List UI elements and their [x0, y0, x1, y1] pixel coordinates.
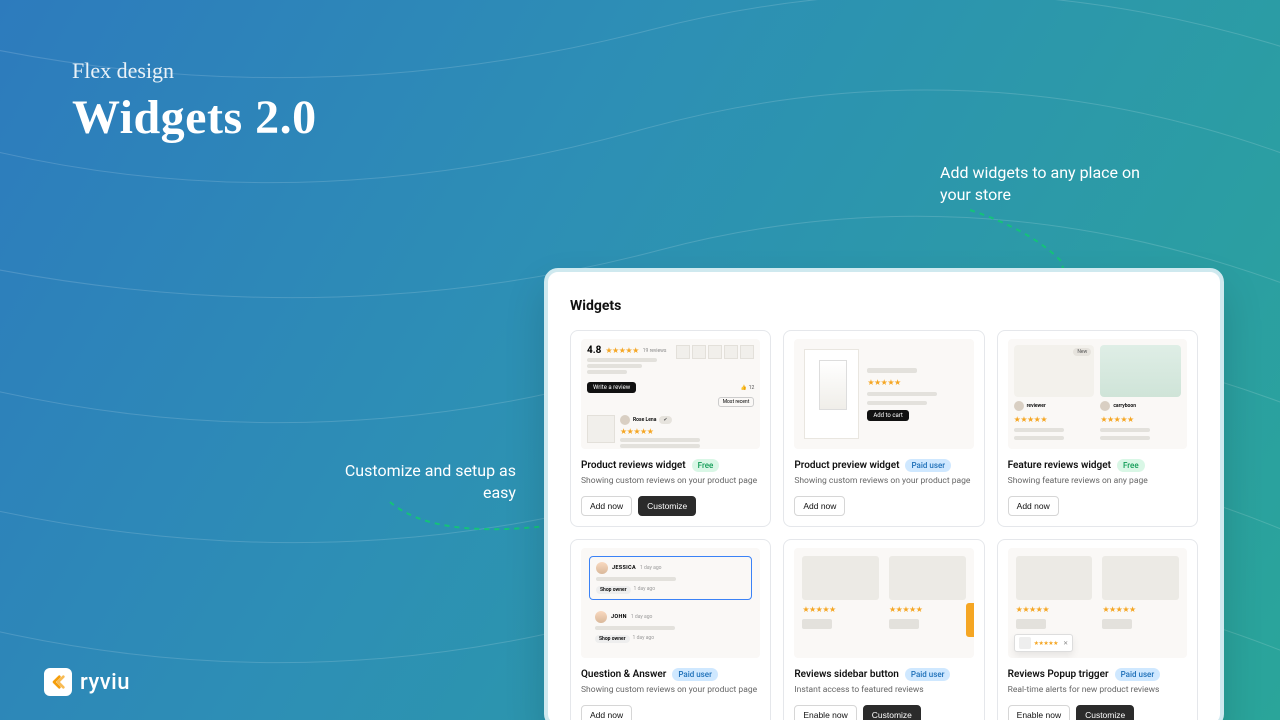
sort-filter[interactable]: Most recent [718, 397, 755, 407]
add-now-button[interactable]: Add now [581, 705, 632, 720]
tier-badge-paid: Paid user [672, 668, 718, 681]
add-now-button[interactable]: Add now [1008, 496, 1059, 516]
star-icon: ★★★★★ [1016, 605, 1093, 614]
card-title: Product preview widget [794, 460, 899, 471]
hero: Flex design Widgets 2.0 [72, 58, 317, 145]
marketing-slide: Flex design Widgets 2.0 Add widgets to a… [0, 0, 1280, 720]
card-desc: Showing feature reviews on any page [1008, 476, 1187, 486]
hero-subtitle: Flex design [72, 58, 317, 84]
star-icon: ★★★★★ [867, 378, 963, 387]
card-desc: Showing custom reviews on your product p… [581, 685, 760, 695]
star-icon: ★★★★★ [1100, 415, 1181, 424]
customize-button[interactable]: Customize [1076, 705, 1134, 720]
card-desc: Real-time alerts for new product reviews [1008, 685, 1187, 695]
star-icon: ★★★★★ [605, 346, 638, 355]
card-title: Reviews sidebar button [794, 669, 899, 680]
tier-badge-paid: Paid user [1115, 668, 1161, 681]
add-now-button[interactable]: Add now [581, 496, 632, 516]
preview-rating: 4.8 [587, 345, 601, 356]
card-product-reviews: 4.8 ★★★★★ 19 reviews [570, 330, 771, 527]
callout-left: Customize and setup as easy [316, 460, 516, 505]
preview-feature-reviews: New reviewer ★★★★★ carryboon ★★★★★ [1008, 339, 1187, 449]
preview-sidebar-button: ★★★★★ ★★★★★ [794, 548, 973, 658]
widgets-panel: Widgets 4.8 ★★★★★ 19 reviews [544, 268, 1224, 720]
card-desc: Instant access to featured reviews [794, 685, 973, 695]
callout-right: Add widgets to any place on your store [940, 162, 1160, 207]
card-title: Question & Answer [581, 669, 666, 680]
tier-badge-free: Free [692, 459, 720, 472]
card-question-answer: JESSICA1 day ago Shop owner1 day ago JOH… [570, 539, 771, 720]
card-feature-reviews: New reviewer ★★★★★ carryboon ★★★★★ Featu… [997, 330, 1198, 527]
panel-heading: Widgets [570, 298, 1198, 314]
tier-badge-paid: Paid user [905, 459, 951, 472]
write-review-button[interactable]: Write a review [587, 382, 636, 393]
preview-question-answer: JESSICA1 day ago Shop owner1 day ago JOH… [581, 548, 760, 658]
popup-toast[interactable]: ★★★★★ ✕ [1014, 634, 1073, 652]
widgets-grid: 4.8 ★★★★★ 19 reviews [570, 330, 1198, 720]
star-icon: ★★★★★ [620, 427, 754, 436]
enable-now-button[interactable]: Enable now [1008, 705, 1070, 720]
card-popup-trigger: ★★★★★ ★★★★★ ★★★★★ ✕ Reviews P [997, 539, 1198, 720]
add-to-cart-button[interactable]: Add to cart [867, 410, 909, 421]
brand-name: ryviu [80, 670, 130, 695]
card-sidebar-button: ★★★★★ ★★★★★ Reviews sidebar button Paid … [783, 539, 984, 720]
add-now-button[interactable]: Add now [794, 496, 845, 516]
helpful-count: 👍 12 [740, 385, 754, 391]
enable-now-button[interactable]: Enable now [794, 705, 856, 720]
customize-button[interactable]: Customize [638, 496, 696, 516]
hero-title: Widgets 2.0 [72, 90, 317, 145]
card-title: Reviews Popup trigger [1008, 669, 1109, 680]
star-icon: ★★★★★ [1014, 415, 1095, 424]
tier-badge-paid: Paid user [905, 668, 951, 681]
card-product-preview: ★★★★★ Add to cart Product preview widget… [783, 330, 984, 527]
preview-product-reviews: 4.8 ★★★★★ 19 reviews [581, 339, 760, 449]
star-icon: ★★★★★ [1034, 640, 1058, 647]
card-desc: Showing custom reviews on your product p… [581, 476, 760, 486]
brand-mark-icon [44, 668, 72, 696]
preview-product-preview: ★★★★★ Add to cart [794, 339, 973, 449]
preview-popup-trigger: ★★★★★ ★★★★★ ★★★★★ ✕ [1008, 548, 1187, 658]
star-icon: ★★★★★ [1102, 605, 1179, 614]
tier-badge-free: Free [1117, 459, 1145, 472]
close-icon[interactable]: ✕ [1063, 640, 1068, 647]
star-icon: ★★★★★ [889, 605, 966, 614]
customize-button[interactable]: Customize [863, 705, 921, 720]
sidebar-tab-icon[interactable] [966, 603, 974, 637]
card-title: Feature reviews widget [1008, 460, 1111, 471]
card-desc: Showing custom reviews on your product p… [794, 476, 973, 486]
brand-logo: ryviu [44, 668, 130, 696]
star-icon: ★★★★★ [802, 605, 879, 614]
card-title: Product reviews widget [581, 460, 686, 471]
